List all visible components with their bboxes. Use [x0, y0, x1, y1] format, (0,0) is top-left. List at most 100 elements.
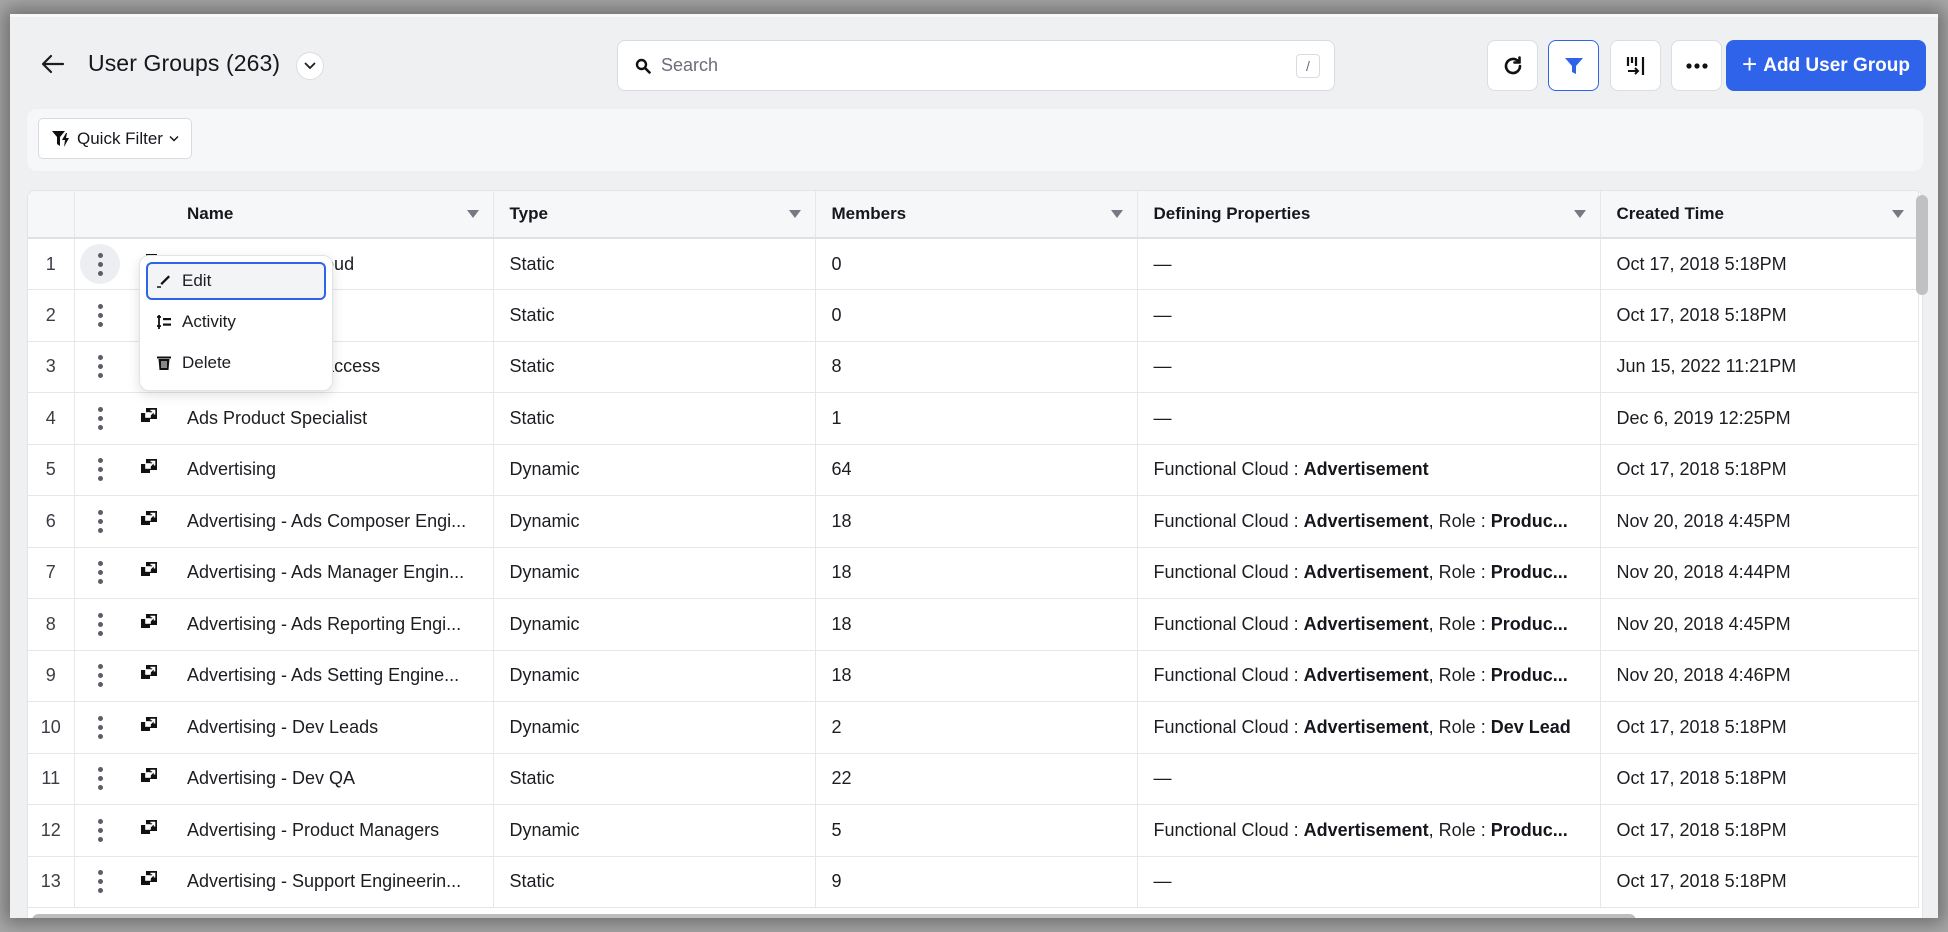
kebab-dot [97, 827, 103, 833]
open-cell [126, 392, 171, 445]
table-row[interactable]: 4 Ads Product Specialist Static 1 — Dec 6, 20… [28, 392, 1919, 445]
sort-caret-icon[interactable] [788, 210, 801, 218]
table-row[interactable]: 10 Advertising - Dev Leads Dynamic 2 Functio… [28, 701, 1919, 754]
table-row[interactable]: 12 Advertising - Product Managers Dynamic 5… [28, 804, 1919, 857]
open-external-icon[interactable] [140, 613, 158, 636]
sort-caret-icon[interactable] [1573, 210, 1586, 218]
cell-members: 18 [815, 495, 1138, 548]
cell-created-time: Nov 20, 2018 4:44PM [1600, 547, 1919, 599]
row-number: 1 [28, 238, 75, 290]
cell-type: Dynamic [493, 650, 816, 702]
row-number-header [28, 191, 75, 239]
table-row[interactable]: 9 Advertising - Ads Setting Engine... Dyna… [28, 650, 1919, 702]
row-actions-button[interactable] [80, 553, 120, 593]
row-actions-button[interactable] [80, 810, 120, 850]
open-external-icon[interactable] [140, 819, 158, 842]
table-row[interactable]: 8 Advertising - Ads Reporting Engi... Dyna… [28, 598, 1919, 651]
cell-defining-properties: — [1137, 753, 1601, 805]
open-external-icon[interactable] [140, 458, 158, 481]
horizontal-scrollbar[interactable] [32, 914, 1636, 918]
column-header-defining-properties[interactable]: Defining Properties [1137, 191, 1601, 239]
more-options-button[interactable] [1671, 40, 1722, 91]
empty-value: — [1153, 356, 1172, 377]
sort-caret-icon[interactable] [466, 210, 479, 218]
row-actions-button[interactable] [80, 759, 120, 799]
column-header-type[interactable]: Type [493, 191, 816, 239]
cell-defining-properties: Functional Cloud : Advertisement, Role :… [1137, 598, 1601, 651]
activity-icon [157, 315, 171, 329]
open-external-icon[interactable] [140, 664, 158, 687]
property-key: Role [1438, 562, 1476, 583]
open-external-icon[interactable] [140, 767, 158, 790]
table-row[interactable]: 6 Advertising - Ads Composer Engi... Dynam… [28, 495, 1919, 548]
cell-created-time: Jun 15, 2022 11:21PM [1600, 341, 1919, 393]
row-actions-cell [74, 392, 126, 445]
title-dropdown-button[interactable] [296, 52, 324, 80]
open-cell [126, 547, 171, 599]
page-title: User Groups (263) [88, 50, 281, 76]
row-actions-button[interactable] [80, 862, 120, 902]
row-actions-button[interactable] [80, 501, 120, 541]
cell-type: Dynamic [493, 804, 816, 857]
quick-filter-button[interactable]: Quick Filter [38, 118, 192, 159]
sort-caret-icon[interactable] [1891, 210, 1904, 218]
open-external-icon[interactable] [140, 561, 158, 584]
add-user-group-button[interactable]: + Add User Group [1726, 40, 1926, 91]
cell-name[interactable]: Ads Product Specialist [171, 392, 494, 445]
row-actions-button[interactable] [80, 398, 120, 438]
menu-item-edit[interactable]: Edit [146, 262, 326, 300]
trash-icon [157, 356, 171, 370]
row-actions-button[interactable] [80, 295, 120, 335]
chevron-down-icon [304, 62, 316, 70]
filter-toggle-button[interactable] [1548, 40, 1599, 91]
row-actions-button[interactable] [80, 244, 121, 284]
refresh-button[interactable] [1487, 40, 1538, 91]
table-row[interactable]: 7 Advertising - Ads Manager Engin... Dynam… [28, 547, 1919, 599]
empty-value: — [1153, 871, 1172, 892]
row-actions-button[interactable] [80, 450, 120, 490]
row-actions-button[interactable] [80, 707, 120, 747]
cell-name[interactable]: Advertising [171, 444, 494, 496]
cell-name[interactable]: Advertising - Ads Composer Engi... [171, 495, 494, 548]
column-settings-button[interactable] [1610, 40, 1661, 91]
back-button[interactable] [38, 49, 68, 79]
property-value: Produc... [1490, 665, 1568, 686]
row-actions-cell [74, 547, 126, 599]
cell-name[interactable]: Advertising - Dev QA [171, 753, 494, 805]
row-actions-button[interactable] [80, 656, 120, 696]
row-actions-button[interactable] [80, 347, 120, 387]
menu-item-delete[interactable]: Delete [146, 344, 326, 382]
table-row[interactable]: 13 Advertising - Support Engineerin... Sta… [28, 856, 1919, 908]
property-key: Role [1438, 613, 1476, 634]
search-box: / [617, 40, 1335, 91]
open-cell [126, 495, 171, 548]
table-row[interactable]: 11 Advertising - Dev QA Static 22 — Oct 17, 2… [28, 753, 1919, 805]
row-number: 12 [28, 804, 75, 857]
cell-defining-properties: — [1137, 289, 1601, 342]
kebab-dot [97, 767, 103, 773]
row-actions-button[interactable] [80, 604, 120, 644]
cell-name[interactable]: Advertising - Ads Setting Engine... [171, 650, 494, 702]
open-external-icon[interactable] [140, 510, 158, 533]
cell-name[interactable]: Advertising - Ads Reporting Engi... [171, 598, 494, 651]
page-header: User Groups (263) / [10, 17, 1938, 107]
sort-caret-icon[interactable] [1110, 210, 1123, 218]
open-external-icon[interactable] [140, 407, 158, 430]
property-value: Advertisement [1303, 665, 1429, 686]
open-external-icon[interactable] [140, 716, 158, 739]
cell-name[interactable]: Advertising - Dev Leads [171, 701, 494, 754]
cell-name[interactable]: Advertising - Product Managers [171, 804, 494, 857]
column-header-name[interactable]: Name [171, 191, 494, 239]
table-row[interactable]: 5 Advertising Dynamic 64 Functional Cloud : … [28, 444, 1919, 496]
column-header-members[interactable]: Members [815, 191, 1138, 239]
search-input[interactable] [661, 55, 1261, 76]
open-external-icon[interactable] [140, 870, 158, 893]
chevron-down-icon [169, 136, 179, 142]
property-value: Produc... [1490, 510, 1568, 531]
column-header-created-time[interactable]: Created Time [1600, 191, 1919, 239]
menu-item-activity[interactable]: Activity [146, 303, 326, 341]
cell-name[interactable]: Advertising - Support Engineerin... [171, 856, 494, 908]
open-cell [126, 804, 171, 857]
cell-name[interactable]: Advertising - Ads Manager Engin... [171, 547, 494, 599]
vertical-scrollbar[interactable] [1916, 195, 1928, 295]
